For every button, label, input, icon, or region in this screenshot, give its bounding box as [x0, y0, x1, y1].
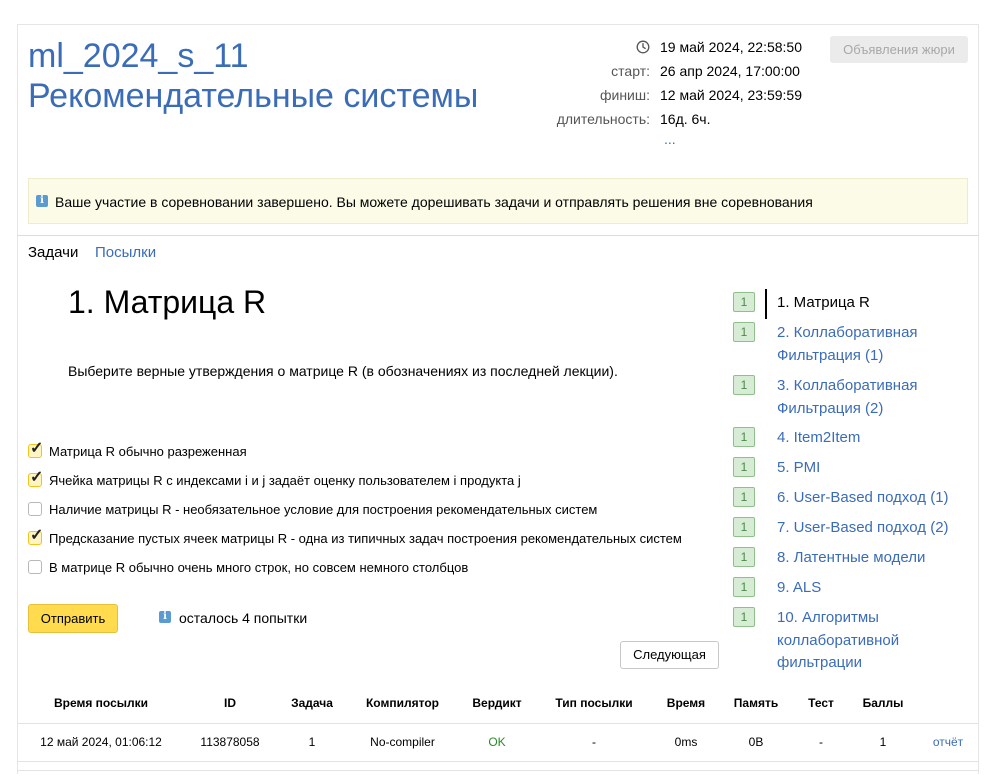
info-icon: i: [159, 611, 171, 623]
score-badge: 1: [733, 487, 755, 507]
option-label[interactable]: Предсказание пустых ячеек матрицы R - од…: [49, 530, 682, 548]
option-label[interactable]: Матрица R обычно разреженная: [49, 443, 247, 461]
check-icon: ✓: [30, 527, 44, 544]
finish-label: финиш:: [599, 87, 650, 103]
jury-announcements-button[interactable]: Объявления жюри: [830, 36, 968, 63]
clock-icon: [636, 40, 650, 54]
submission-memory: 0B: [748, 735, 764, 749]
tab-tasks[interactable]: Задачи: [28, 244, 78, 262]
active-indicator: [765, 289, 767, 319]
sidebar-item-label[interactable]: 1. Матрица R: [777, 292, 967, 315]
divider: [17, 235, 979, 236]
column-header: ID: [224, 696, 236, 710]
column-header: Тип посылки: [555, 696, 633, 710]
contest-subtitle[interactable]: Рекомендательные системы: [28, 76, 478, 116]
start-label: старт:: [611, 63, 650, 79]
checkbox[interactable]: ✓: [28, 440, 44, 458]
checkbox[interactable]: ✓: [28, 527, 44, 545]
column-header: Баллы: [862, 696, 904, 710]
table-divider: [17, 770, 979, 771]
report-link[interactable]: отчёт: [925, 734, 971, 750]
column-header: Время: [666, 696, 706, 710]
sidebar-item-label[interactable]: 2. Коллаборативная Фильтрация (1): [777, 322, 967, 367]
sidebar-item-label[interactable]: 3. Коллаборативная Фильтрация (2): [777, 375, 967, 420]
checkbox[interactable]: [28, 560, 42, 574]
score-badge: 1: [733, 457, 755, 477]
sidebar-item-label[interactable]: 9. ALS: [777, 577, 967, 600]
more-link[interactable]: ...: [664, 131, 676, 147]
column-header: Компилятор: [365, 696, 439, 710]
column-header: Задача: [291, 696, 333, 710]
sidebar-item-label[interactable]: 6. User-Based подход (1): [777, 487, 967, 510]
submission-task: 1: [308, 735, 316, 749]
submission-runtime: 0ms: [674, 735, 698, 749]
sidebar-item-label[interactable]: 8. Латентные модели: [777, 547, 967, 570]
duration-label: длительность:: [556, 111, 650, 127]
finish-value: 12 май 2024, 23:59:59: [660, 87, 803, 103]
score-badge: 1: [733, 517, 755, 537]
submission-test: -: [819, 735, 823, 749]
check-icon: ✓: [30, 469, 44, 486]
column-header: Время посылки: [53, 696, 149, 710]
checkbox[interactable]: [28, 502, 42, 516]
sidebar-item-label[interactable]: 10. Алгоритмы коллаборативной фильтрации: [777, 607, 967, 675]
contest-title[interactable]: ml_2024_s_11: [28, 36, 249, 76]
option-label[interactable]: Ячейка матрицы R с индексами i и j задаё…: [49, 472, 521, 490]
attempts-remaining: осталось 4 попытки: [179, 610, 308, 626]
submission-id: 113878058: [200, 735, 260, 749]
submission-time: 12 май 2024, 01:06:12: [40, 735, 162, 749]
column-header: Тест: [808, 696, 834, 710]
score-badge: 1: [733, 427, 755, 447]
submission-verdict: OK: [488, 735, 506, 749]
check-icon: ✓: [30, 440, 44, 457]
option-label[interactable]: В матрице R обычно очень много строк, но…: [49, 559, 468, 577]
column-header: Вердикт: [472, 696, 522, 710]
submission-compiler: No-compiler: [370, 735, 435, 749]
info-alert: i Ваше участие в соревновании завершено.…: [28, 178, 968, 224]
info-icon: i: [36, 195, 48, 207]
current-time: 19 май 2024, 22:58:50: [660, 39, 803, 55]
tab-submissions[interactable]: Посылки: [95, 244, 156, 262]
score-badge: 1: [733, 322, 755, 342]
option-label[interactable]: Наличие матрицы R - необязательное услов…: [49, 501, 597, 519]
score-badge: 1: [733, 577, 755, 597]
submission-type: -: [592, 735, 596, 749]
start-value: 26 апр 2024, 17:00:00: [660, 63, 800, 79]
score-badge: 1: [733, 375, 755, 395]
problem-statement: Выберите верные утверждения о матрице R …: [68, 363, 618, 379]
alert-text: Ваше участие в соревновании завершено. В…: [55, 194, 813, 210]
table-divider: [17, 761, 979, 762]
checkbox[interactable]: ✓: [28, 469, 44, 487]
submit-button[interactable]: Отправить: [28, 604, 118, 633]
score-badge: 1: [733, 547, 755, 567]
submission-score: 1: [879, 735, 887, 749]
sidebar-item-label[interactable]: 5. PMI: [777, 457, 967, 480]
duration-value: 16д. 6ч.: [660, 111, 711, 127]
column-header: Память: [733, 696, 779, 710]
next-button[interactable]: Следующая: [620, 641, 719, 669]
score-badge: 1: [733, 292, 755, 312]
table-divider: [17, 723, 979, 724]
problem-title: 1. Матрица R: [68, 284, 267, 320]
sidebar-item-label[interactable]: 4. Item2Item: [777, 427, 967, 450]
score-badge: 1: [733, 607, 755, 627]
sidebar-item-label[interactable]: 7. User-Based подход (2): [777, 517, 967, 540]
